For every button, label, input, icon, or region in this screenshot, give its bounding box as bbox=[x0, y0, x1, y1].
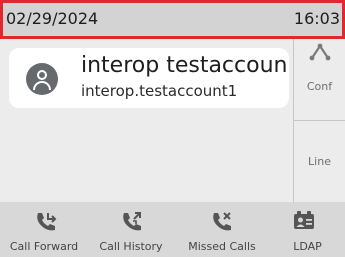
side-panel: Conf Line bbox=[293, 39, 345, 202]
soft-key-bar: Call Forward Call History Missed Calls L… bbox=[0, 202, 345, 257]
call-forward-button[interactable]: Call Forward bbox=[0, 202, 88, 257]
status-time: 16:03 bbox=[293, 9, 340, 28]
directory-icon bbox=[294, 211, 314, 229]
missed-calls-label: Missed Calls bbox=[188, 240, 256, 253]
conference-icon bbox=[309, 43, 331, 61]
call-history-icon bbox=[123, 212, 141, 231]
ldap-label: LDAP bbox=[293, 240, 322, 253]
call-forward-label: Call Forward bbox=[9, 240, 79, 253]
person-icon bbox=[26, 63, 58, 95]
ldap-button[interactable]: LDAP bbox=[270, 202, 345, 257]
account-id: interop.testaccount1 bbox=[81, 82, 238, 100]
call-history-label: Call History bbox=[99, 240, 163, 253]
main-area: interop testaccoun interop.testaccount1 … bbox=[0, 39, 345, 202]
missed-calls-button[interactable]: Missed Calls bbox=[174, 202, 270, 257]
status-date: 02/29/2024 bbox=[6, 9, 99, 28]
account-display-name: interop testaccoun bbox=[81, 53, 288, 78]
call-forward-icon bbox=[37, 213, 57, 231]
conf-button[interactable]: Conf bbox=[294, 39, 345, 119]
account-line-card[interactable]: interop testaccoun interop.testaccount1 bbox=[9, 48, 289, 108]
call-history-button[interactable]: Call History bbox=[88, 202, 174, 257]
missed-calls-icon bbox=[213, 212, 231, 231]
line-label: Line bbox=[308, 155, 331, 168]
status-bar: 02/29/2024 16:03 bbox=[0, 0, 345, 39]
line-button[interactable]: Line bbox=[294, 120, 345, 201]
conf-label: Conf bbox=[306, 80, 333, 93]
